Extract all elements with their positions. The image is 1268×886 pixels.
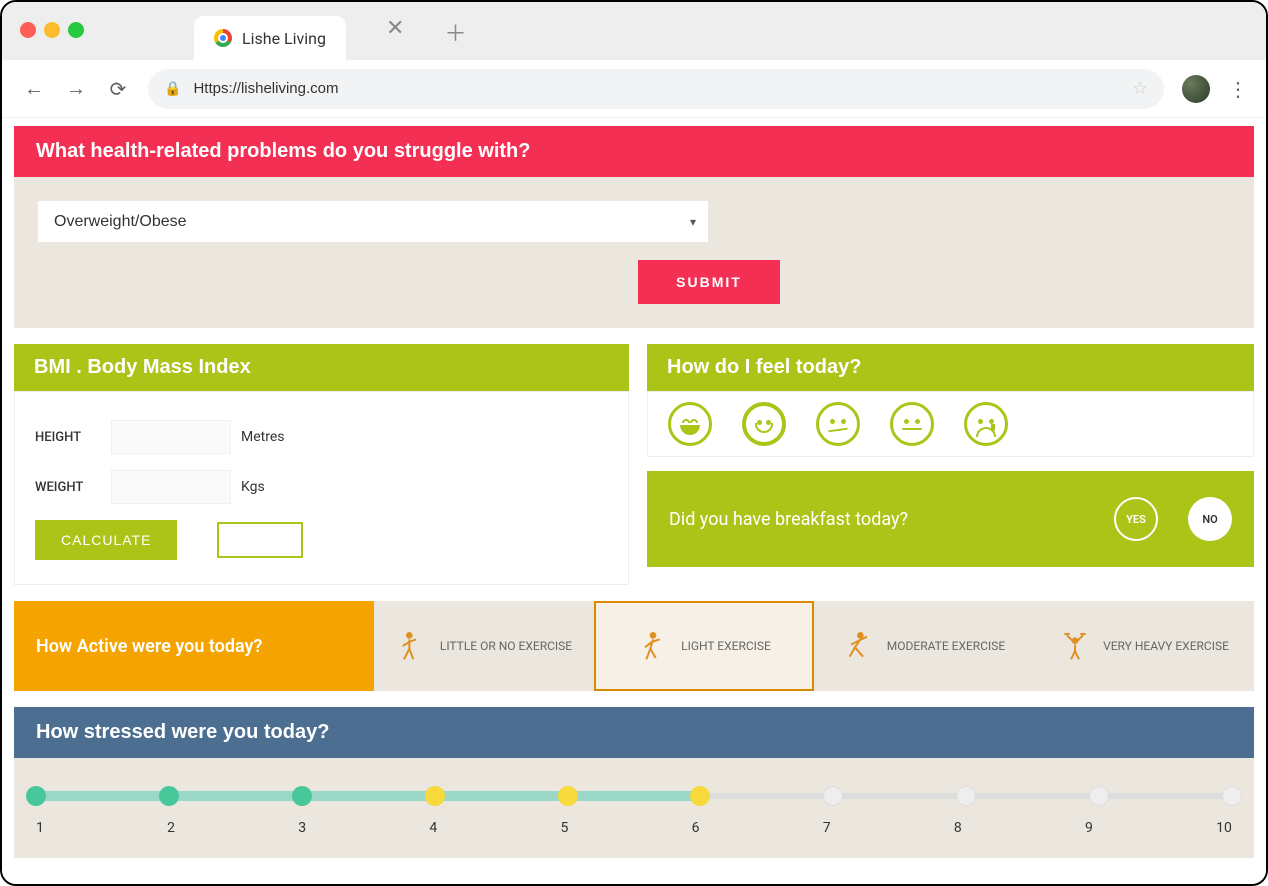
new-tab-icon[interactable]: ＋	[444, 16, 466, 48]
feel-heading: How do I feel today?	[647, 344, 1254, 391]
stress-label: 6	[692, 820, 700, 836]
height-label: HEIGHT	[35, 430, 97, 445]
stress-dot-1[interactable]	[26, 786, 46, 806]
back-button[interactable]: ←	[22, 77, 46, 101]
address-bar: ← → ⟳ 🔒 ☆ ⋮	[2, 60, 1266, 118]
mood-happy[interactable]	[742, 402, 786, 446]
mood-laugh[interactable]	[668, 402, 712, 446]
exercise-moderate[interactable]: MODERATE EXERCISE	[814, 601, 1034, 691]
chrome-icon	[214, 29, 232, 47]
feel-panel: How do I feel today? Did you have breakf…	[647, 344, 1254, 585]
submit-button[interactable]: SUBMIT	[638, 260, 780, 304]
stress-panel: 1 2 3 4 5 6 7 8 9 10	[14, 758, 1254, 858]
mood-sad[interactable]	[964, 402, 1008, 446]
mood-neutral[interactable]	[890, 402, 934, 446]
weight-input[interactable]	[111, 470, 231, 504]
health-problem-select[interactable]: Overweight/Obese	[38, 201, 708, 242]
person-lifting-icon	[1059, 628, 1091, 664]
menu-icon[interactable]: ⋮	[1228, 77, 1246, 101]
stress-slider[interactable]	[36, 786, 1232, 806]
stress-dot-6[interactable]	[690, 786, 710, 806]
stress-label: 1	[36, 820, 44, 836]
bmi-heading: BMI . Body Mass Index	[14, 344, 629, 391]
stress-dot-4[interactable]	[425, 786, 445, 806]
breakfast-no[interactable]: NO	[1188, 497, 1232, 541]
stress-dot-10[interactable]	[1222, 786, 1242, 806]
exercise-light[interactable]: LIGHT EXERCISE	[594, 601, 814, 691]
page-content: What health-related problems do you stru…	[2, 118, 1266, 886]
close-window-icon[interactable]	[20, 22, 36, 38]
activity-heading: How Active were you today?	[14, 601, 374, 691]
breakfast-question: Did you have breakfast today?	[669, 509, 1084, 530]
tab-strip: Lishe Living ✕ ＋	[194, 12, 466, 60]
exercise-label: LIGHT EXERCISE	[681, 639, 771, 653]
stress-label: 2	[167, 820, 175, 836]
stress-dot-8[interactable]	[956, 786, 976, 806]
stress-label: 5	[561, 820, 569, 836]
exercise-label: VERY HEAVY EXERCISE	[1103, 639, 1229, 653]
stress-label: 9	[1085, 820, 1093, 836]
exercise-label: LITTLE OR NO EXERCISE	[440, 639, 572, 653]
breakfast-yes[interactable]: YES	[1114, 497, 1158, 541]
forward-button[interactable]: →	[64, 77, 88, 101]
window-controls	[20, 22, 84, 38]
exercise-label: MODERATE EXERCISE	[887, 639, 1005, 653]
bmi-panel: BMI . Body Mass Index HEIGHT Metres WEIG…	[14, 344, 629, 585]
weight-unit: Kgs	[241, 479, 265, 495]
profile-avatar[interactable]	[1182, 75, 1210, 103]
mood-selector	[647, 391, 1254, 457]
tab-title: Lishe Living	[242, 29, 326, 48]
stress-dot-2[interactable]	[159, 786, 179, 806]
stress-label: 8	[954, 820, 962, 836]
stress-label: 3	[298, 820, 306, 836]
titlebar: Lishe Living ✕ ＋	[2, 2, 1266, 60]
url-bar[interactable]: 🔒 ☆	[148, 69, 1164, 109]
stress-dot-7[interactable]	[823, 786, 843, 806]
stress-dot-3[interactable]	[292, 786, 312, 806]
stress-label: 10	[1216, 820, 1232, 836]
calculate-button[interactable]: CALCULATE	[35, 520, 177, 560]
tab-lishe-living[interactable]: Lishe Living	[194, 16, 346, 60]
health-problems-heading: What health-related problems do you stru…	[14, 126, 1254, 177]
height-input[interactable]	[111, 420, 231, 454]
exercise-heavy[interactable]: VERY HEAVY EXERCISE	[1034, 601, 1254, 691]
mood-meh[interactable]	[816, 402, 860, 446]
url-input[interactable]	[193, 80, 1119, 97]
bmi-result	[217, 522, 303, 558]
person-walking-icon	[637, 628, 669, 664]
bookmark-icon[interactable]: ☆	[1132, 78, 1148, 99]
browser-window: Lishe Living ✕ ＋ ← → ⟳ 🔒 ☆ ⋮ What health…	[0, 0, 1268, 886]
reload-button[interactable]: ⟳	[106, 77, 130, 101]
stress-dot-9[interactable]	[1089, 786, 1109, 806]
stress-label: 7	[823, 820, 831, 836]
height-unit: Metres	[241, 429, 285, 445]
close-tab-icon[interactable]: ✕	[386, 16, 404, 48]
activity-panel: How Active were you today? LITTLE OR NO …	[14, 601, 1254, 691]
stress-heading: How stressed were you today?	[14, 707, 1254, 758]
person-running-icon	[843, 628, 875, 664]
minimize-window-icon[interactable]	[44, 22, 60, 38]
stress-labels: 1 2 3 4 5 6 7 8 9 10	[36, 820, 1232, 836]
breakfast-panel: Did you have breakfast today? YES NO	[647, 471, 1254, 567]
weight-label: WEIGHT	[35, 480, 97, 495]
stress-label: 4	[429, 820, 437, 836]
health-problems-body: Overweight/Obese SUBMIT	[14, 177, 1254, 328]
exercise-none[interactable]: LITTLE OR NO EXERCISE	[374, 601, 594, 691]
maximize-window-icon[interactable]	[68, 22, 84, 38]
stress-dot-5[interactable]	[558, 786, 578, 806]
person-standing-icon	[396, 628, 428, 664]
lock-icon: 🔒	[164, 81, 181, 97]
